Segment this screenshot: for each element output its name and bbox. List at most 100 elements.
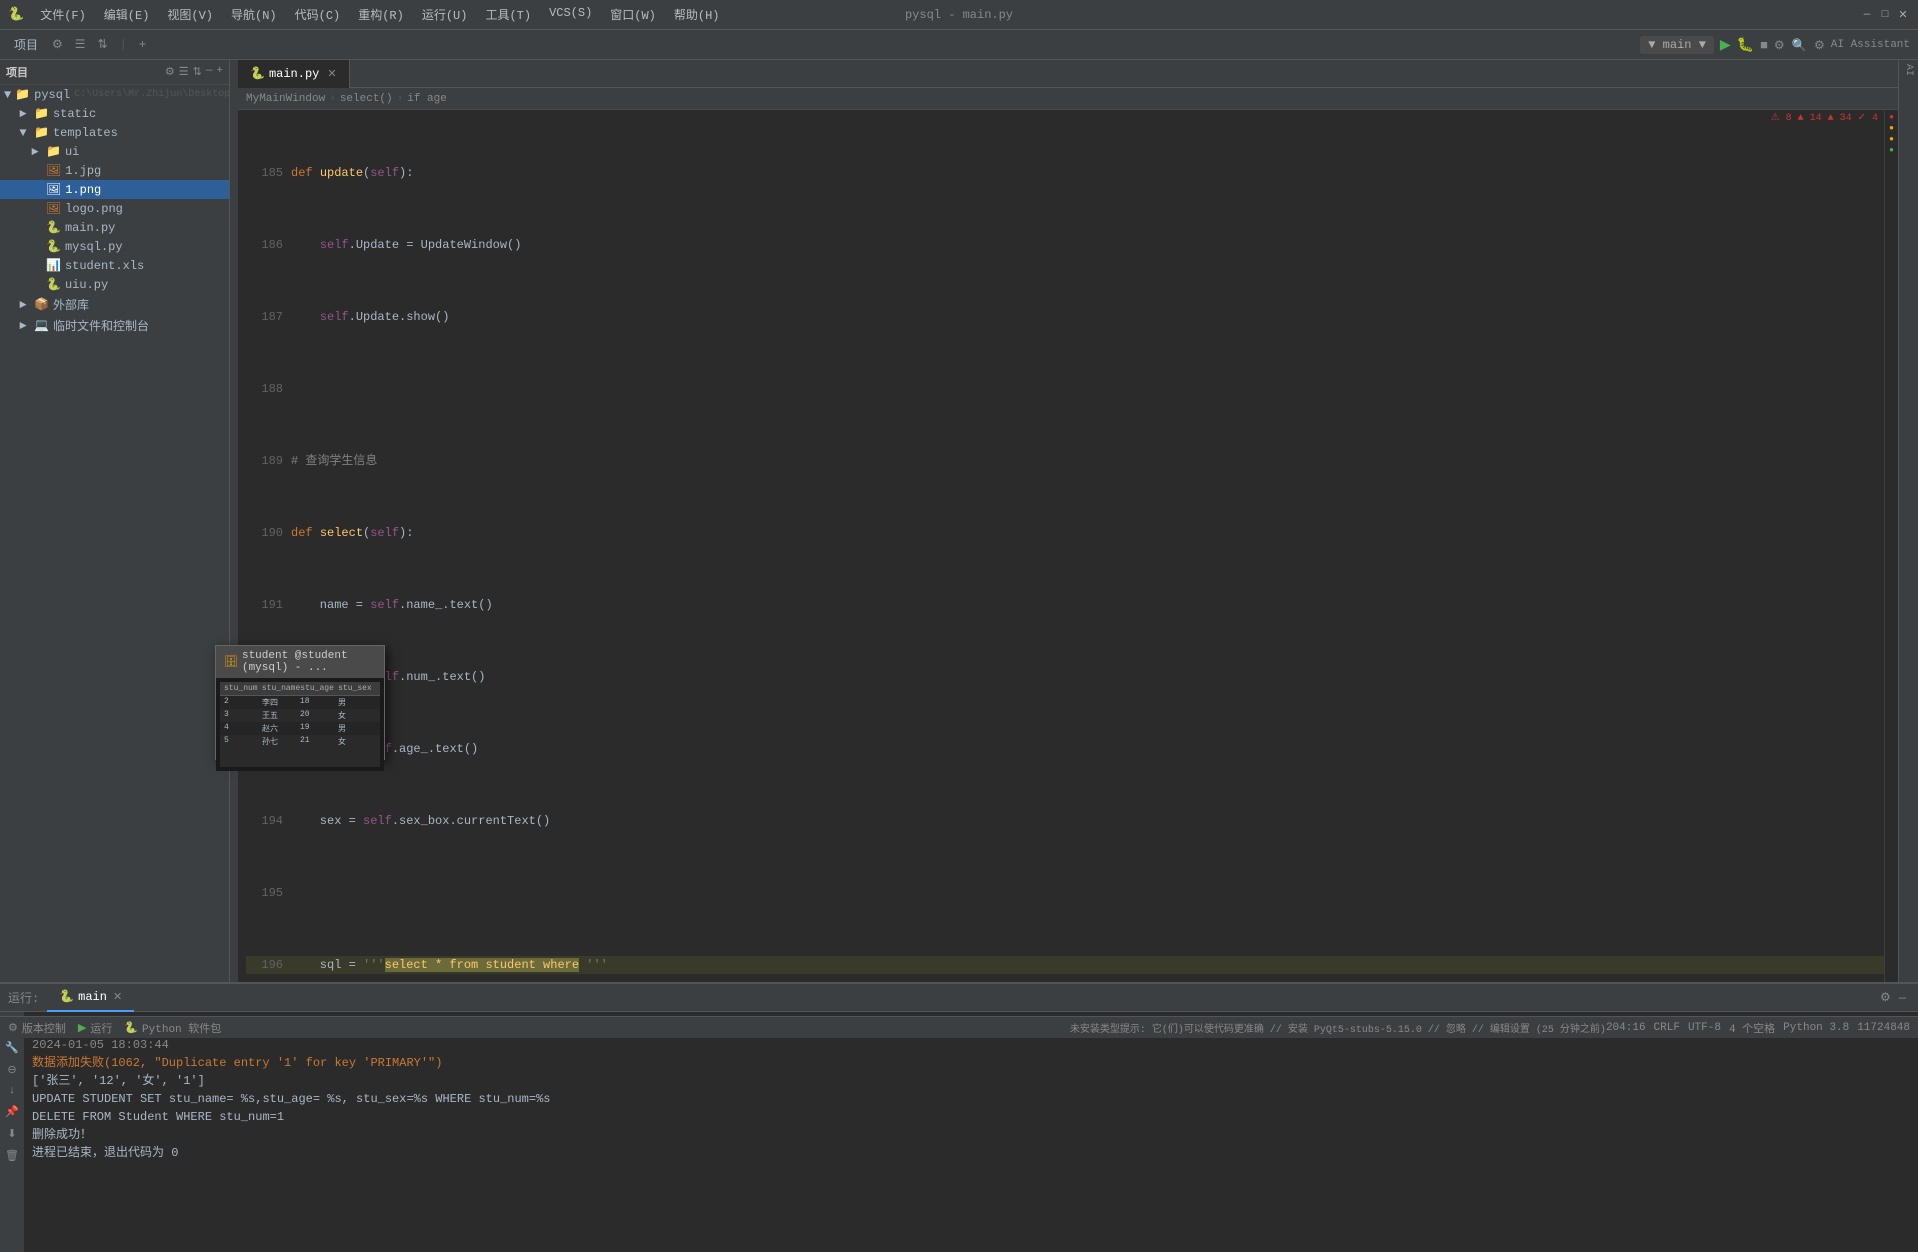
term-step-icon[interactable]: ↓ [9, 1085, 16, 1097]
col1: stu_num [224, 684, 262, 693]
ai-assistant-btn[interactable]: AI Assistant [1831, 39, 1910, 51]
code-line-194: 194 sex = self.sex_box.currentText() [246, 812, 1884, 830]
editor-left-strip [230, 60, 238, 982]
run-status-icon[interactable]: ▶ [78, 1021, 86, 1035]
tree-1jpg-file[interactable]: 🖼 1.jpg [0, 161, 229, 180]
terminal-line-10: 进程已结束，退出代码为 0 [32, 1144, 1910, 1162]
project-label: 项目 [8, 34, 44, 55]
run-button[interactable]: ▶ [1720, 37, 1731, 54]
python-lang-label: Python 3.8 [1783, 1022, 1849, 1034]
tree-logopng-file[interactable]: 🖼 logo.png [0, 199, 229, 218]
toolbar-icon-3[interactable]: ⇅ [94, 35, 112, 54]
sidebar-sort-icon[interactable]: ⇅ [193, 65, 202, 79]
xls-icon: 📊 [46, 258, 61, 273]
menu-view[interactable]: 视图(V) [159, 4, 221, 25]
tree-templates-folder[interactable]: ▼ 📁 templates [0, 123, 229, 142]
breadcrumb-sep-2: › [397, 93, 404, 105]
stop-button[interactable]: ■ [1760, 38, 1768, 53]
menu-vcs[interactable]: VCS(S) [541, 4, 600, 25]
sidebar-gear2-icon[interactable]: + [216, 65, 223, 79]
terminal-minimize-icon[interactable]: — [1895, 991, 1910, 1005]
code-editor[interactable]: 185 def update(self): 186 self.Update = … [238, 110, 1898, 982]
run-status-label: 运行 [90, 1020, 112, 1036]
breadcrumb: MyMainWindow › select() › if age [238, 88, 1898, 110]
run-tab-icon: 🐍 [59, 989, 74, 1004]
term-stop-icon[interactable]: ⊖ [7, 1063, 16, 1077]
toolbar: 项目 ⚙ ☰ ⇅ | + ▼ main ▼ ▶ 🐛 ■ ⚙ 🔍 ⚙ AI Ass… [0, 30, 1918, 60]
sidebar-gear-icon[interactable]: ⚙ [165, 65, 175, 79]
breadcrumb-item-1: MyMainWindow [246, 93, 325, 105]
tree-root-label: pysql [34, 88, 70, 102]
mysql-preview-popup[interactable]: 🗄 student @student (mysql) - ... stu_num… [215, 645, 385, 760]
maximize-button[interactable]: □ [1878, 8, 1892, 22]
sidebar-menu-icon[interactable]: ☰ [179, 65, 189, 79]
terminal-line-5: ['张三', '12', '女', '1'] [32, 1072, 1910, 1090]
tree-temp-console[interactable]: ► 💻 临时文件和控制台 [0, 315, 229, 336]
preview-table-header: stu_num stu_name stu_age stu_sex [220, 682, 380, 696]
menu-help[interactable]: 帮助(H) [666, 4, 728, 25]
charset-label: UTF-8 [1688, 1022, 1721, 1034]
tree-root-pysql[interactable]: ▼ 📁 pysql C:\Users\Mr.Zhijun\Desktop\pys… [0, 85, 229, 104]
tree-uiupy-file[interactable]: 🐍 uiu.py [0, 275, 229, 294]
run-tab-main[interactable]: 🐍 main ✕ [47, 984, 134, 1012]
term-trash-icon[interactable]: 🗑 [5, 1149, 19, 1163]
tree-1png-label: 1.png [65, 183, 101, 197]
term-scroll-icon[interactable]: ⬇ [7, 1127, 16, 1141]
tree-mainpy-file[interactable]: 🐍 main.py [0, 218, 229, 237]
main-run-config[interactable]: ▼ main ▼ [1648, 38, 1706, 52]
warning-indicator-2: ● [1889, 135, 1894, 144]
term-debug-icon[interactable]: 🔧 [5, 1041, 19, 1055]
menu-file[interactable]: 文件(F) [32, 4, 94, 25]
tab-main-py[interactable]: 🐍 main.py ✕ [238, 60, 350, 88]
toolbar-icon-4[interactable]: + [135, 36, 150, 54]
tab-close-icon[interactable]: ✕ [327, 67, 336, 81]
tree-mainpy-label: main.py [65, 221, 115, 235]
sidebar-minus-icon[interactable]: — [206, 65, 213, 79]
debug-button[interactable]: 🐛 [1737, 37, 1754, 54]
logopng-icon: 🖼 [46, 201, 61, 216]
close-button[interactable]: ✕ [1896, 8, 1910, 22]
toolbar-separator: | [116, 38, 131, 52]
toolbar-icon-2[interactable]: ☰ [71, 35, 90, 54]
app-icon: 🐍 [8, 7, 24, 22]
menu-code[interactable]: 代码(C) [287, 4, 349, 25]
tree-mysqlpy-file[interactable]: 🐍 mysql.py [0, 237, 229, 256]
version-control-icon[interactable]: ⚙ [8, 1021, 18, 1035]
tree-mysqlpy-label: mysql.py [65, 240, 123, 254]
success-indicator-1: ● [1889, 146, 1894, 155]
code-line-186: 186 self.Update = UpdateWindow() [246, 236, 1884, 254]
run-tab-close[interactable]: ✕ [113, 990, 122, 1004]
jpg-file-icon: 🖼 [46, 163, 61, 178]
code-line-192: 192 numb = self.num_.text() [246, 668, 1884, 686]
menu-bar[interactable]: 文件(F) 编辑(E) 视图(V) 导航(N) 代码(C) 重构(R) 运行(U… [32, 4, 727, 25]
breadcrumb-sep-1: › [329, 93, 336, 105]
tree-1png-file[interactable]: 🖼 1.png [0, 180, 229, 199]
menu-nav[interactable]: 导航(N) [223, 4, 285, 25]
terminal-gear-icon[interactable]: ⚙ [1876, 990, 1895, 1005]
tree-ui-folder[interactable]: ► 📁 ui [0, 142, 229, 161]
menu-window[interactable]: 窗口(W) [602, 4, 664, 25]
preview-body: stu_num stu_name stu_age stu_sex 2李四18男 … [216, 678, 384, 771]
terminal-left-strip: ▶ 🔧 ⊖ ↓ 📌 ⬇ 🗑 [0, 1012, 24, 1252]
terminal-line-2: 2024-01-05 18:03:44 [32, 1036, 1910, 1054]
minimize-button[interactable]: — [1860, 8, 1874, 22]
menu-refactor[interactable]: 重构(R) [350, 4, 412, 25]
toolbar-icon-1[interactable]: ⚙ [48, 35, 67, 54]
menu-edit[interactable]: 编辑(E) [96, 4, 158, 25]
menu-tools[interactable]: 工具(T) [477, 4, 539, 25]
tree-external-lib[interactable]: ► 📦 外部库 [0, 294, 229, 315]
status-warning-msg: 未安装类型提示: 它(们)可以使代码更准确 // 安装 PyQt5-stubs-… [1070, 1020, 1606, 1036]
menu-run[interactable]: 运行(U) [414, 4, 476, 25]
tree-static-folder[interactable]: ► 📁 static [0, 104, 229, 123]
python-version-label: Python 软件包 [142, 1020, 221, 1036]
code-line-189: 189 # 查询学生信息 [246, 452, 1884, 470]
uiupy-icon: 🐍 [46, 277, 61, 292]
terminal-line-8: 删除成功！ [32, 1126, 1910, 1144]
term-pin-icon[interactable]: 📌 [5, 1105, 19, 1119]
terminal-line-6: UPDATE STUDENT SET stu_name= %s,stu_age=… [32, 1090, 1910, 1108]
editor-scrollbar[interactable]: ● ● ● ● ⚠ 8 ▲ 14 ▲ 34 ✓ 4 [1884, 110, 1898, 982]
tree-studentxls-file[interactable]: 📊 student.xls [0, 256, 229, 275]
python-status-icon[interactable]: 🐍 [124, 1021, 138, 1035]
tree-1jpg-label: 1.jpg [65, 164, 101, 178]
right-panel-icon-1[interactable]: AI [1903, 64, 1914, 76]
